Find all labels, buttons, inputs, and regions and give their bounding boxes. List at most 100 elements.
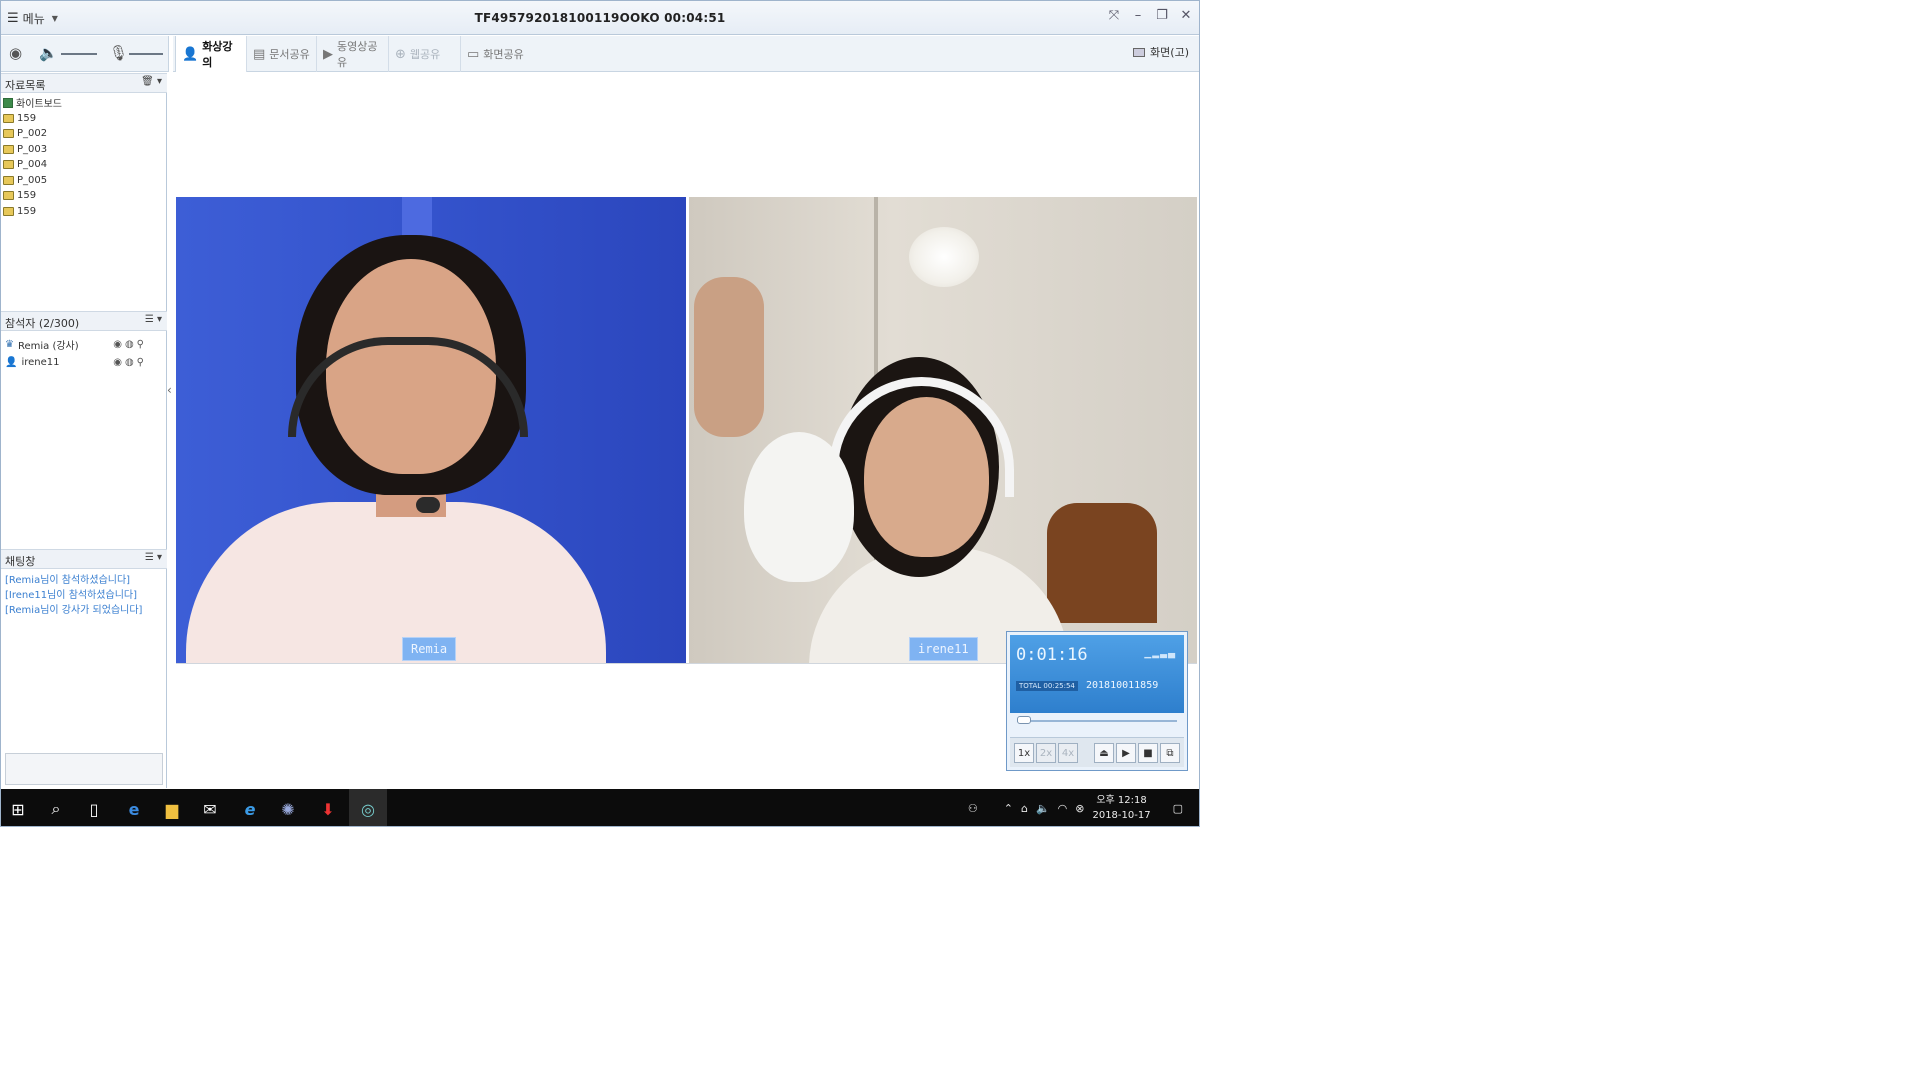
seek-handle[interactable]: [1017, 716, 1031, 724]
materials-list: 화이트보드 159 P_002 P_003 P_004 P_005 159 15…: [3, 95, 163, 219]
file-label: P_004: [17, 159, 48, 171]
tab-document-share[interactable]: ▤ 문서공유: [247, 36, 317, 72]
player-time: 0:01:16: [1016, 645, 1088, 665]
microphone-icon[interactable]: 🎙: [109, 44, 128, 62]
tab-video-lecture[interactable]: 👤 화상강의: [175, 36, 247, 72]
list-item[interactable]: P_005: [3, 173, 163, 189]
tab-label: 웹공유: [409, 48, 441, 61]
play-button[interactable]: ▶: [1116, 743, 1136, 763]
chat-tools[interactable]: ☰ ▾: [145, 552, 162, 563]
stop-button[interactable]: ■: [1138, 743, 1158, 763]
stop-icon: ■: [1143, 747, 1153, 759]
wifi-icon[interactable]: ◠: [1058, 802, 1068, 815]
meeting-app-icon[interactable]: ◎: [357, 798, 379, 820]
speed-4x-button[interactable]: 4x: [1058, 743, 1078, 763]
slide-icon: [3, 160, 14, 170]
chat-message: [Irene11님이 참석하셨습니다]: [5, 590, 137, 601]
whiteboard-icon: [3, 97, 13, 108]
slide-icon: [3, 129, 14, 139]
tab-video-share[interactable]: ▶ 동영상공유: [317, 36, 389, 72]
monitor-icon: ▭: [467, 46, 480, 62]
headphones-shape: [829, 377, 1014, 497]
list-item[interactable]: P_003: [3, 142, 163, 158]
taskbar-clock[interactable]: 오후 12:18 2018-10-17: [1092, 793, 1150, 823]
detach-button[interactable]: ⧉: [1160, 743, 1180, 763]
crown-icon: ♛: [5, 338, 14, 350]
file-explorer-icon[interactable]: ▆: [161, 798, 183, 820]
video-feed-student: irene11: [689, 197, 1197, 663]
person-icon: 👤: [182, 46, 199, 62]
view-quality-label: 화면(고): [1150, 46, 1189, 59]
title-bar: ☰ 메뉴 ▼ TF495792018100119OOKO 00:04:51 ⤧ …: [1, 1, 1199, 35]
edge-browser-icon[interactable]: e: [123, 798, 145, 820]
list-item[interactable]: P_004: [3, 157, 163, 173]
minimize-button[interactable]: –: [1131, 8, 1145, 23]
list-item[interactable]: 159: [3, 111, 163, 127]
eject-button[interactable]: ⏏: [1094, 743, 1114, 763]
participants-tools[interactable]: ☰ ▾: [145, 314, 162, 325]
tab-label: 문서공유: [269, 48, 310, 61]
list-item[interactable]: 159: [3, 204, 163, 220]
file-label: P_003: [17, 143, 48, 155]
eject-icon: ⏏: [1099, 747, 1109, 759]
speed-1x-button[interactable]: 1x: [1014, 743, 1034, 763]
download-app-icon[interactable]: ⬇: [317, 798, 339, 820]
seek-bar[interactable]: [1017, 720, 1177, 722]
video-background-sofa: [1047, 503, 1157, 623]
slide-icon: [3, 191, 14, 201]
tab-web-share[interactable]: ⊕ 웹공유: [389, 36, 461, 72]
list-item[interactable]: P_002: [3, 126, 163, 142]
network-icon[interactable]: ⌂: [1021, 802, 1028, 815]
participant-row[interactable]: ♛ Remia (강사) ◉◍⚲: [5, 335, 163, 353]
participants-header: 참석자 (2/300) ☰ ▾: [1, 311, 167, 331]
chat-message: [Remia님이 강사가 되었습니다]: [5, 605, 143, 616]
speed-2x-button[interactable]: 2x: [1036, 743, 1056, 763]
collapse-panel-icon[interactable]: ‹: [167, 383, 172, 397]
player-total: TOTAL 00:25:54: [1016, 681, 1078, 691]
tab-screen-share[interactable]: ▭ 화면공유: [461, 36, 539, 72]
participant-status-icons: ◉◍⚲: [113, 356, 147, 368]
internet-explorer-icon[interactable]: e: [239, 798, 261, 820]
user-icon: 👤: [5, 356, 18, 368]
recording-player: 0:01:16 ▁▂▃▄ TOTAL 00:25:54 201810011859…: [1006, 631, 1188, 771]
chevron-up-icon[interactable]: ⌃: [1004, 802, 1013, 815]
windows-start-icon[interactable]: ⊞: [7, 798, 29, 820]
participant-row[interactable]: 👤 irene11 ◉◍⚲: [5, 353, 163, 371]
shield-icon[interactable]: ⊗: [1075, 802, 1084, 815]
av-toolbar: ◉ 🔈 🎙: [1, 36, 169, 72]
search-icon[interactable]: ⌕: [45, 798, 67, 820]
microphone-volume-slider[interactable]: [129, 53, 163, 55]
screen-icon: [1133, 47, 1146, 57]
task-view-icon[interactable]: ▯: [83, 798, 105, 820]
participants-title: 참석자 (2/300): [5, 317, 80, 330]
speaker-volume-slider[interactable]: [61, 53, 97, 55]
mail-icon[interactable]: ✉: [199, 798, 221, 820]
fullscreen-icon[interactable]: ⤧: [1107, 8, 1121, 23]
volume-icon[interactable]: 🔈: [1036, 802, 1050, 815]
player-display: 0:01:16 ▁▂▃▄ TOTAL 00:25:54 201810011859: [1010, 635, 1184, 713]
participant-name: irene11: [21, 356, 60, 368]
notification-icon[interactable]: ▢: [1173, 802, 1183, 815]
chat-input[interactable]: [5, 753, 163, 785]
participant-status-icons: ◉◍⚲: [113, 338, 147, 350]
file-label: 화이트보드: [16, 99, 62, 111]
video-feed-instructor: Remia: [176, 197, 686, 663]
video-background-light: [909, 227, 979, 287]
meeting-app-window: ☰ 메뉴 ▼ TF495792018100119OOKO 00:04:51 ⤧ …: [0, 0, 1200, 827]
restore-button[interactable]: ❐: [1155, 8, 1169, 23]
chat-header: 채팅창 ☰ ▾: [1, 549, 167, 569]
slide-icon: [3, 144, 14, 154]
materials-tools[interactable]: 🗑 ▾: [141, 76, 162, 87]
view-quality-button[interactable]: 화면(고): [1133, 44, 1189, 60]
person-tray-icon[interactable]: ⚇: [968, 802, 978, 815]
tab-label: 동영상공유: [337, 40, 378, 69]
video-name-tag: Remia: [402, 637, 457, 661]
close-button[interactable]: ✕: [1179, 8, 1193, 23]
list-item[interactable]: 화이트보드: [3, 95, 163, 111]
app-icon[interactable]: ✺: [277, 798, 299, 820]
speaker-icon[interactable]: 🔈: [39, 44, 58, 62]
list-item[interactable]: 159: [3, 188, 163, 204]
detach-icon: ⧉: [1166, 747, 1174, 759]
file-label: 159: [17, 112, 37, 124]
webcam-icon[interactable]: ◉: [9, 44, 22, 62]
